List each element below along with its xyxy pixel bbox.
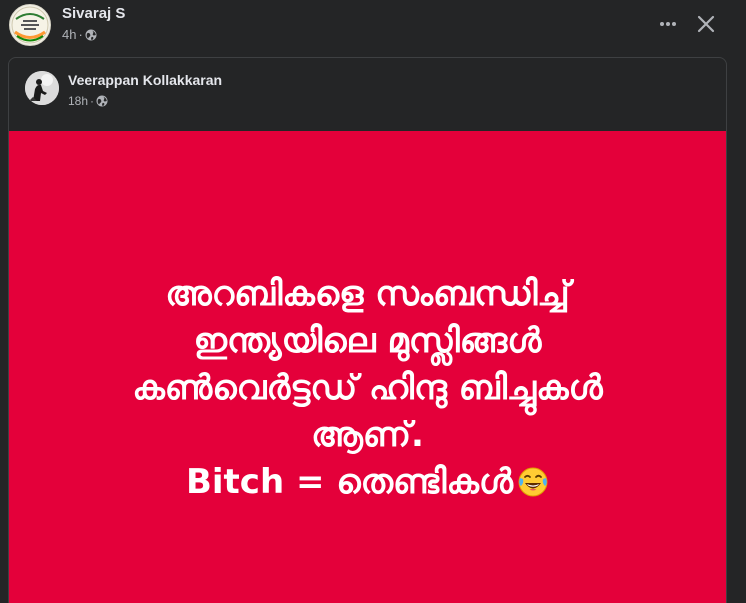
shared-author-name[interactable]: Veerappan Kollakkaran bbox=[68, 72, 222, 88]
shared-post-header: Veerappan Kollakkaran 18h · bbox=[9, 58, 726, 130]
shared-author-avatar[interactable] bbox=[25, 71, 59, 105]
more-options-button[interactable] bbox=[652, 8, 684, 40]
image-text-line-4: ആണ്. bbox=[311, 415, 424, 455]
image-text: അറബികളെ സംബന്ധിച്ച് ഇന്ത്യയിലെ മുസ്ലിങ്ങ… bbox=[9, 271, 726, 506]
close-icon bbox=[697, 15, 715, 33]
person-silhouette-icon bbox=[25, 71, 59, 105]
image-text-line-2: ഇന്ത്യയിലെ മുസ്ലിങ്ങൾ bbox=[193, 321, 542, 361]
globe-icon[interactable] bbox=[96, 95, 108, 107]
post-header: Sivaraj S 4h · bbox=[0, 0, 746, 50]
more-horizontal-icon bbox=[660, 22, 676, 26]
post-image[interactable]: അറബികളെ സംബന്ധിച്ച് ഇന്ത്യയിലെ മുസ്ലിങ്ങ… bbox=[9, 131, 726, 603]
globe-icon[interactable] bbox=[85, 29, 97, 41]
shared-post-meta: 18h · bbox=[68, 94, 108, 108]
post-meta: 4h · bbox=[62, 27, 97, 42]
author-avatar[interactable] bbox=[9, 4, 51, 46]
image-text-line-5-text: Bitch = തെണ്ടികൾ bbox=[185, 462, 514, 502]
meta-separator: · bbox=[78, 27, 83, 42]
shared-post-time[interactable]: 18h bbox=[68, 94, 88, 108]
author-name[interactable]: Sivaraj S bbox=[62, 5, 125, 22]
close-button[interactable] bbox=[690, 8, 722, 40]
image-text-line-3: കൺവെർട്ടഡ് ഹിന്ദു ബിച്ചുകൾ bbox=[132, 368, 603, 408]
logo-icon bbox=[11, 6, 49, 44]
shared-post[interactable]: Veerappan Kollakkaran 18h · അറബികളെ സംബന… bbox=[8, 57, 727, 603]
post-card: Sivaraj S 4h · Veerappan Kollakkaran 18h… bbox=[0, 0, 746, 603]
header-actions bbox=[652, 8, 722, 40]
image-text-line-5: Bitch = തെണ്ടികൾ bbox=[9, 459, 726, 506]
face-with-tears-of-joy-icon bbox=[518, 467, 548, 497]
image-text-line-1: അറബികളെ സംബന്ധിച്ച് bbox=[165, 274, 570, 314]
meta-separator: · bbox=[90, 94, 95, 108]
post-time[interactable]: 4h bbox=[62, 27, 76, 42]
